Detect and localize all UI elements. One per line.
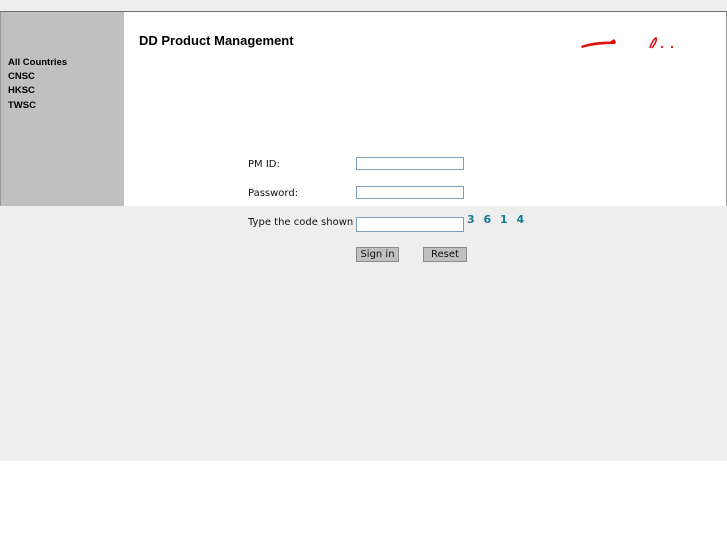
pm-id-input[interactable] xyxy=(356,157,464,170)
sidebar: All Countries CNSC HKSC TWSC xyxy=(1,12,124,206)
brand-logo-icon xyxy=(581,36,674,49)
sidebar-item-hksc[interactable]: HKSC xyxy=(8,84,67,98)
page-title: DD Product Management xyxy=(139,33,294,48)
sidebar-item-twsc[interactable]: TWSC xyxy=(8,99,67,113)
captcha-image: 3 6 1 4 xyxy=(467,213,527,226)
captcha-label: Type the code shown xyxy=(248,217,354,228)
password-input[interactable] xyxy=(356,186,464,199)
pm-id-label: PM ID: xyxy=(248,159,280,170)
sidebar-item-cnsc[interactable]: CNSC xyxy=(8,70,67,84)
top-bar xyxy=(0,0,727,12)
content-panel xyxy=(0,206,727,461)
captcha-input[interactable] xyxy=(356,217,464,232)
sidebar-item-all-countries[interactable]: All Countries xyxy=(8,56,67,70)
reset-button[interactable]: Reset xyxy=(423,247,467,262)
country-list: All Countries CNSC HKSC TWSC xyxy=(8,56,67,113)
password-label: Password: xyxy=(248,188,299,199)
sign-in-button[interactable]: Sign in xyxy=(356,247,399,262)
